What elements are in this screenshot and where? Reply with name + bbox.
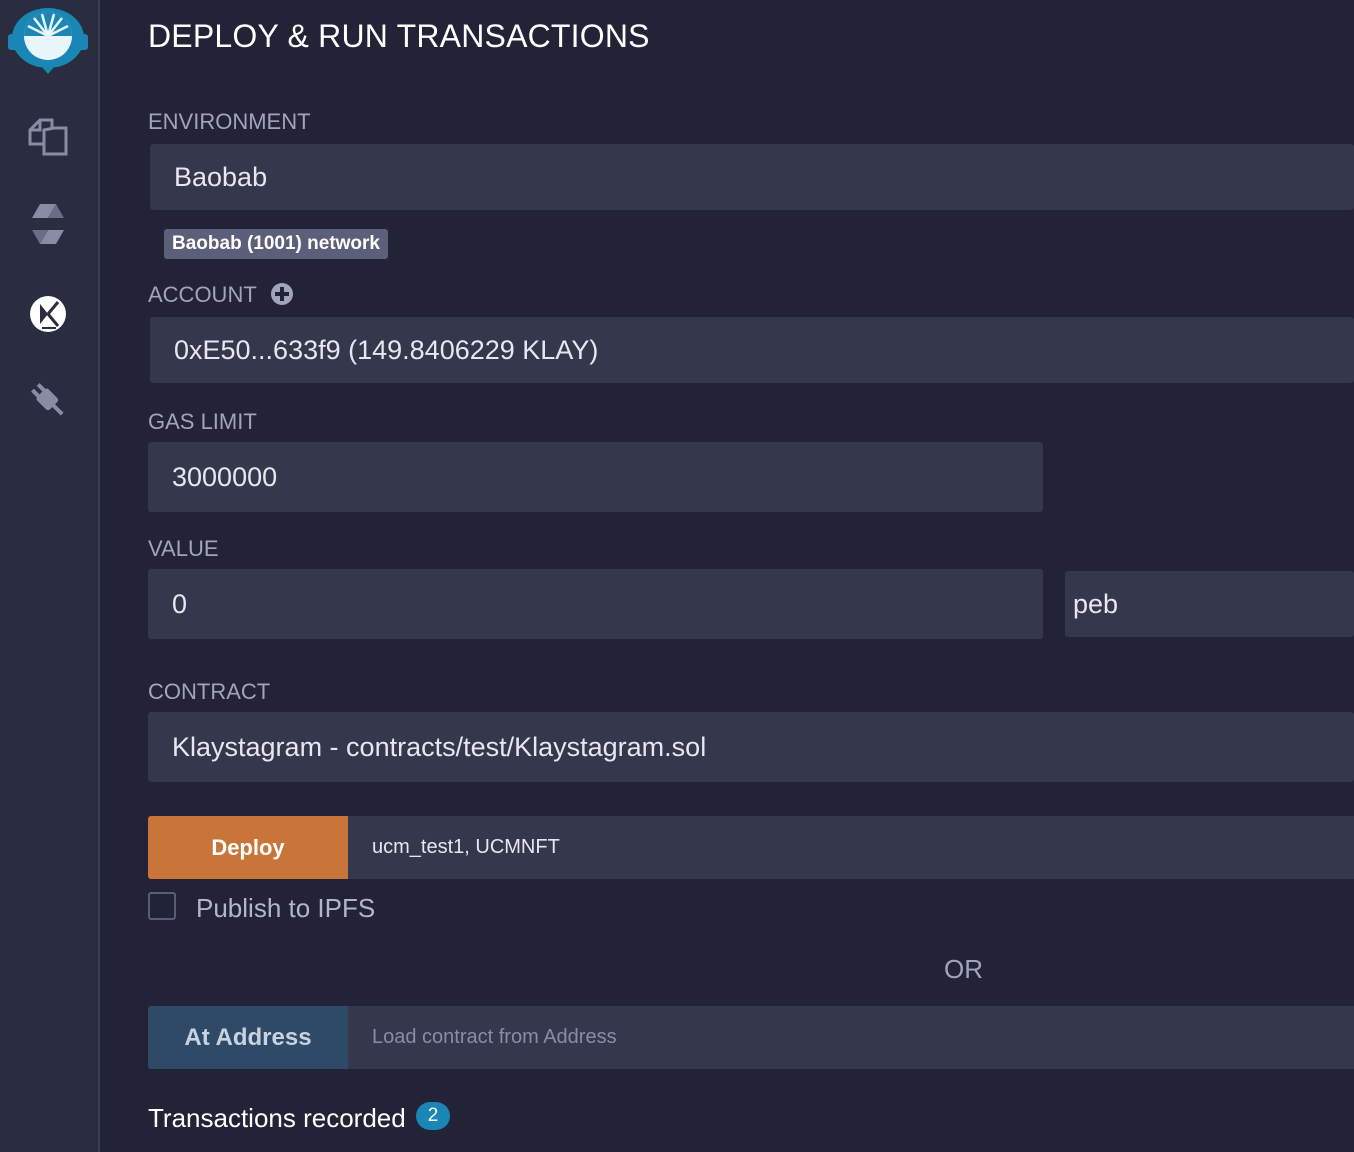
contract-value: Klaystagram - contracts/test/Klaystagram… [172, 731, 707, 762]
publish-ipfs-label: Publish to IPFS [196, 893, 376, 923]
transactions-recorded-label[interactable]: Transactions recorded [148, 1103, 406, 1134]
add-account-icon[interactable] [270, 282, 294, 306]
plugin-manager-icon[interactable] [24, 376, 72, 424]
transactions-count-badge: 2 [416, 1102, 450, 1130]
value-unit-select[interactable]: peb [1065, 571, 1354, 637]
deploy-args-input[interactable]: ucm_test1, UCMNFT [348, 816, 1354, 879]
gas-limit-label: GAS LIMIT [148, 409, 257, 434]
value-amount: 0 [172, 588, 188, 619]
value-input[interactable]: 0 [148, 569, 1043, 639]
solidity-compiler-icon[interactable] [24, 200, 72, 248]
gas-limit-input[interactable]: 3000000 [148, 442, 1043, 512]
deploy-run-icon[interactable] [24, 290, 72, 338]
account-select[interactable]: 0xE50...633f9 (149.8406229 KLAY) [150, 317, 1354, 383]
publish-ipfs-checkbox[interactable] [148, 892, 176, 920]
environment-value: Baobab [174, 161, 268, 192]
deploy-button[interactable]: Deploy [148, 816, 348, 879]
icon-sidebar [0, 0, 100, 1152]
remix-logo-icon[interactable] [6, 4, 90, 78]
or-divider-text: OR [944, 954, 983, 984]
deploy-run-panel: DEPLOY & RUN TRANSACTIONS ENVIRONMENT Ba… [100, 0, 1354, 1152]
contract-label: CONTRACT [148, 679, 271, 704]
account-value: 0xE50...633f9 (149.8406229 KLAY) [174, 334, 599, 365]
environment-select[interactable]: Baobab [150, 144, 1354, 210]
gas-limit-value: 3000000 [172, 461, 278, 492]
value-label: VALUE [148, 536, 219, 561]
file-explorer-icon[interactable] [24, 112, 72, 160]
value-unit: peb [1073, 588, 1119, 619]
contract-select[interactable]: Klaystagram - contracts/test/Klaystagram… [148, 712, 1354, 782]
at-address-input[interactable]: Load contract from Address [348, 1006, 1354, 1069]
account-label: ACCOUNT [148, 282, 257, 307]
at-address-button[interactable]: At Address [148, 1006, 348, 1069]
environment-label: ENVIRONMENT [148, 109, 311, 134]
page-title: DEPLOY & RUN TRANSACTIONS [148, 18, 650, 54]
network-badge: Baobab (1001) network [164, 229, 388, 259]
